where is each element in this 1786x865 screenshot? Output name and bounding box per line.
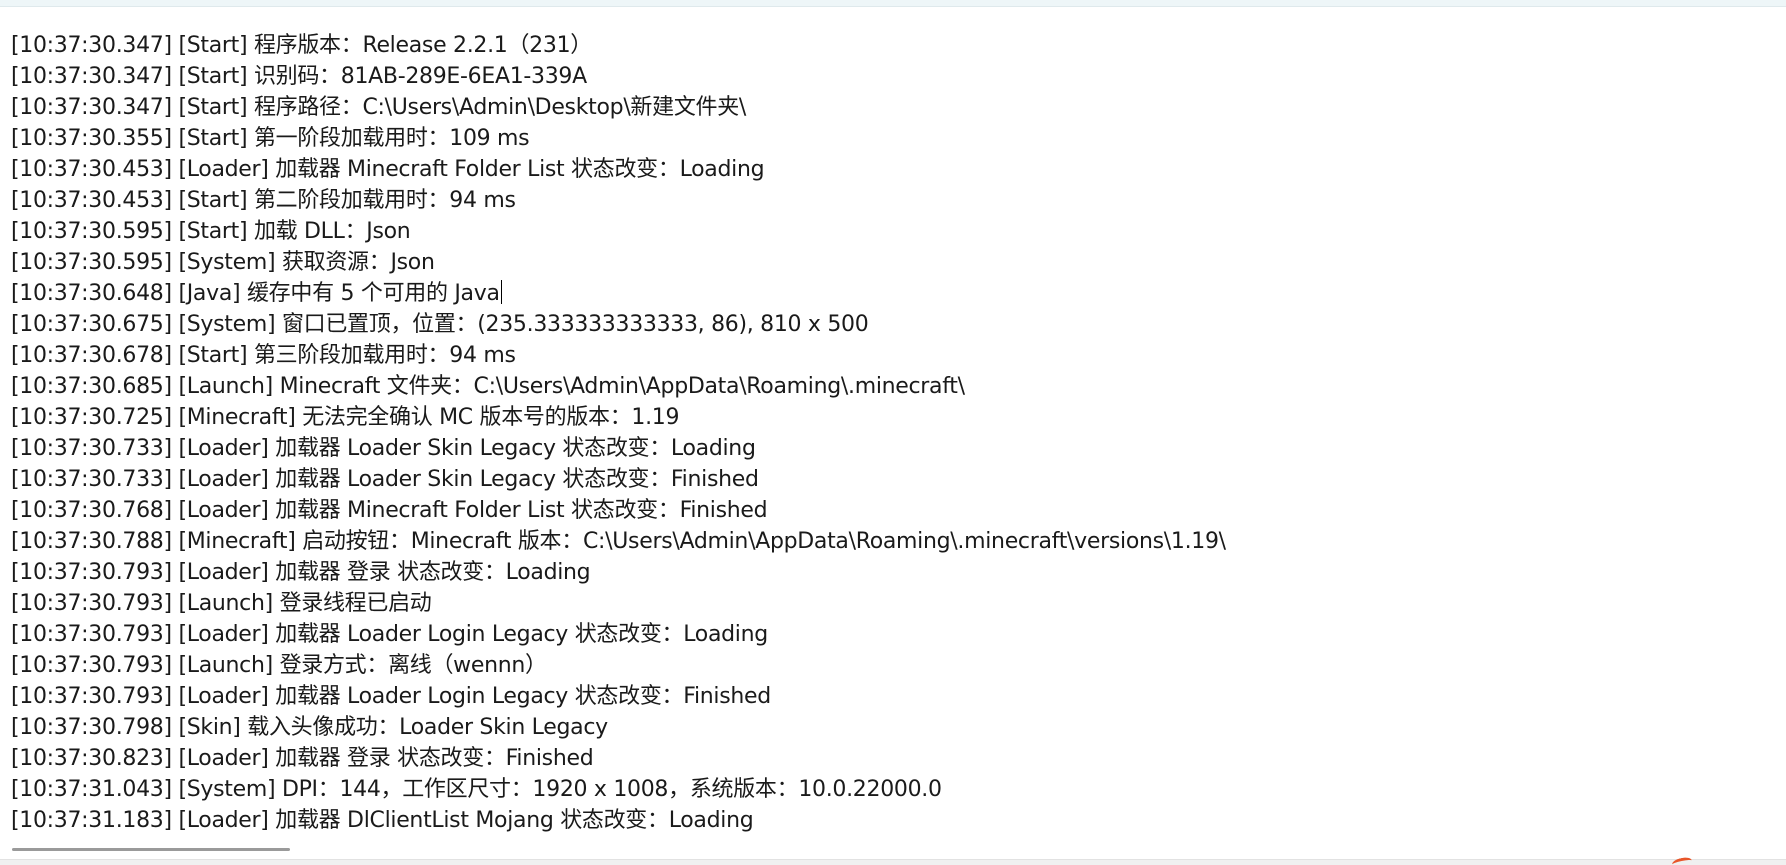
log-line-text: [10:37:30.648] [Java] 缓存中有 5 个可用的 Java (11, 281, 500, 306)
log-line: [10:37:30.733] [Loader] 加载器 Loader Skin … (11, 467, 759, 492)
log-line: [10:37:30.347] [Start] 程序版本：Release 2.2.… (11, 33, 592, 58)
log-line: [10:37:30.793] [Launch] 登录方式：离线（wennn） (11, 653, 547, 678)
log-list: [10:37:30.347] [Start] 程序版本：Release 2.2.… (0, 30, 1786, 835)
log-line: [10:37:30.823] [Loader] 加载器 登录 状态改变：Fini… (11, 746, 594, 771)
text-caret (500, 280, 502, 304)
log-text-area[interactable]: [10:37:30.347] [Start] 程序版本：Release 2.2.… (0, 30, 1786, 835)
log-line: [10:37:30.798] [Skin] 载入头像成功：Loader Skin… (11, 715, 608, 740)
log-line: [10:37:30.347] [Start] 识别码：81AB-289E-6EA… (11, 64, 587, 89)
log-line: [10:37:30.725] [Minecraft] 无法完全确认 MC 版本号… (11, 405, 680, 430)
log-window: [10:37:30.347] [Start] 程序版本：Release 2.2.… (0, 0, 1786, 865)
log-line: [10:37:30.733] [Loader] 加载器 Loader Skin … (11, 436, 756, 461)
log-line: [10:37:30.793] [Loader] 加载器 Loader Login… (11, 622, 768, 647)
log-line: [10:37:30.355] [Start] 第一阶段加载用时：109 ms (11, 126, 530, 151)
log-line: [10:37:30.453] [Start] 第二阶段加载用时：94 ms (11, 188, 516, 213)
log-line: [10:37:30.768] [Loader] 加载器 Minecraft Fo… (11, 498, 768, 523)
log-line: [10:37:30.595] [Start] 加载 DLL：Json (11, 219, 411, 244)
log-line: [10:37:30.685] [Launch] Minecraft 文件夹：C:… (11, 374, 965, 399)
corner-accent-icon (1671, 856, 1693, 865)
log-line: [10:37:30.453] [Loader] 加载器 Minecraft Fo… (11, 157, 765, 182)
log-line-with-caret: [10:37:30.648] [Java] 缓存中有 5 个可用的 Java (11, 278, 1786, 309)
log-line: [10:37:30.793] [Launch] 登录线程已启动 (11, 591, 432, 616)
horizontal-scrollbar-thumb[interactable] (12, 848, 290, 851)
log-line: [10:37:31.043] [System] DPI：144，工作区尺寸：19… (11, 777, 942, 802)
log-line: [10:37:30.347] [Start] 程序路径：C:\Users\Adm… (11, 95, 747, 120)
horizontal-scrollbar[interactable] (0, 846, 1786, 854)
log-line: [10:37:30.678] [Start] 第三阶段加载用时：94 ms (11, 343, 516, 368)
log-line: [10:37:30.793] [Loader] 加载器 登录 状态改变：Load… (11, 560, 591, 585)
bottom-border (0, 859, 1786, 865)
log-line: [10:37:31.183] [Loader] 加载器 DlClientList… (11, 808, 754, 833)
top-border (0, 0, 1786, 7)
log-line: [10:37:30.675] [System] 窗口已置顶，位置：(235.33… (11, 312, 869, 337)
log-line: [10:37:30.595] [System] 获取资源：Json (11, 250, 435, 275)
log-line: [10:37:30.793] [Loader] 加载器 Loader Login… (11, 684, 771, 709)
log-line: [10:37:30.788] [Minecraft] 启动按钮：Minecraf… (11, 529, 1226, 554)
